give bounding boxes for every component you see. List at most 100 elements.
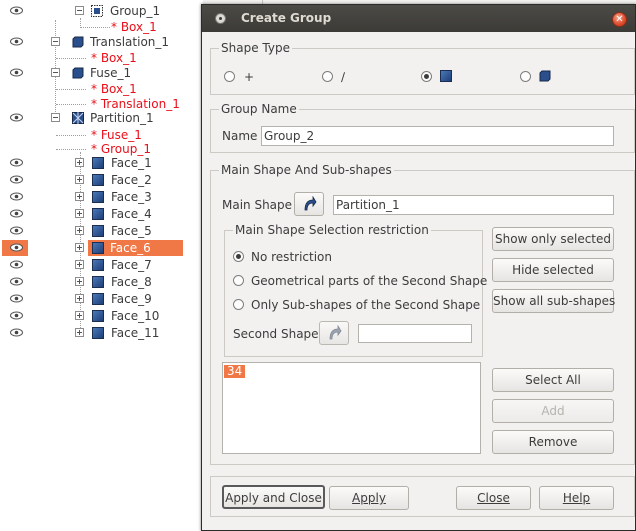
face-icon bbox=[92, 327, 104, 339]
tree-row-group-1[interactable]: Group_1 bbox=[0, 3, 203, 19]
apply-and-close-button[interactable]: Apply and Close bbox=[222, 485, 325, 509]
shape-type-point-radio[interactable] bbox=[224, 71, 235, 82]
shape-type-title: Shape Type bbox=[219, 41, 292, 55]
face-icon bbox=[92, 174, 104, 186]
second-shape-input[interactable] bbox=[358, 324, 472, 343]
main-shape-input[interactable]: Partition_1 bbox=[333, 195, 614, 215]
shape-type-edge-radio[interactable] bbox=[322, 71, 333, 82]
tree-row-face-4[interactable]: Face_4 bbox=[0, 206, 203, 222]
expand-toggle[interactable] bbox=[75, 328, 84, 337]
only-subshapes-label: Only Sub-shapes of the Second Shape bbox=[251, 298, 481, 312]
expand-toggle[interactable] bbox=[75, 311, 84, 320]
close-button[interactable]: Close bbox=[456, 486, 531, 510]
shape-type-face-radio[interactable] bbox=[421, 71, 432, 82]
second-shape-select-button[interactable] bbox=[319, 321, 349, 345]
expand-toggle[interactable] bbox=[75, 192, 84, 201]
subshape-id-list[interactable]: 34 bbox=[222, 362, 481, 454]
expand-toggle[interactable] bbox=[75, 209, 84, 218]
main-shape-label: Main Shape bbox=[222, 198, 293, 212]
tree-label: * Box_1 bbox=[111, 20, 157, 34]
remove-button[interactable]: Remove bbox=[492, 430, 614, 454]
shape-type-group: Shape Type + ∕ bbox=[210, 41, 635, 95]
eye-icon[interactable] bbox=[10, 277, 23, 286]
apply-label: Apply bbox=[352, 491, 386, 505]
shape-type-solid-radio[interactable] bbox=[520, 71, 531, 82]
tree-label: Face_9 bbox=[111, 292, 152, 306]
group-name-input[interactable]: Group_2 bbox=[261, 126, 614, 146]
tree-label: Group_1 bbox=[110, 4, 161, 18]
tree-label: Face_3 bbox=[111, 190, 152, 204]
tree-row-face-2[interactable]: Face_2 bbox=[0, 172, 203, 188]
only-subshapes-radio[interactable] bbox=[233, 299, 244, 310]
tree-row-face-11[interactable]: Face_11 bbox=[0, 325, 203, 341]
tree-label: Fuse_1 bbox=[90, 66, 132, 80]
main-shape-select-button[interactable] bbox=[294, 192, 324, 216]
eye-icon[interactable] bbox=[10, 311, 23, 320]
eye-icon[interactable] bbox=[10, 175, 23, 184]
show-only-selected-button[interactable]: Show only selected bbox=[492, 227, 614, 251]
collapse-toggle[interactable] bbox=[75, 6, 84, 15]
tree-row-face-5[interactable]: Face_5 bbox=[0, 223, 203, 239]
object-browser-tree: Group_1 * Box_1 Translation_1 * Box_1 Fu… bbox=[0, 0, 203, 531]
tree-label: Face_7 bbox=[111, 258, 152, 272]
second-shape-label: Second Shape bbox=[233, 327, 319, 341]
tree-row-translation-1[interactable]: Translation_1 bbox=[0, 34, 203, 50]
solid-icon bbox=[72, 36, 84, 48]
eye-icon[interactable] bbox=[10, 243, 23, 252]
select-all-button[interactable]: Select All bbox=[492, 368, 614, 392]
expand-toggle[interactable] bbox=[75, 175, 84, 184]
expand-toggle[interactable] bbox=[75, 243, 84, 252]
collapse-toggle[interactable] bbox=[51, 68, 60, 77]
tree-label: Partition_1 bbox=[90, 111, 154, 125]
no-restriction-radio[interactable] bbox=[233, 251, 244, 262]
expand-toggle[interactable] bbox=[75, 226, 84, 235]
tree-row-face-3[interactable]: Face_3 bbox=[0, 189, 203, 205]
tree-label: Face_5 bbox=[111, 224, 152, 238]
tree-row-box-1[interactable]: * Box_1 bbox=[0, 81, 203, 97]
eye-icon[interactable] bbox=[10, 6, 23, 15]
tree-row-box-1[interactable]: * Box_1 bbox=[0, 19, 203, 35]
tree-row-face-6[interactable]: Face_6 bbox=[0, 240, 203, 256]
eye-icon[interactable] bbox=[10, 328, 23, 337]
eye-icon[interactable] bbox=[10, 226, 23, 235]
eye-icon[interactable] bbox=[10, 209, 23, 218]
apply-button[interactable]: Apply bbox=[329, 486, 409, 510]
footer-group: Apply and Close Apply Close Help bbox=[210, 476, 635, 517]
tree-row-face-1[interactable]: Face_1 bbox=[0, 155, 203, 171]
show-all-subshapes-button[interactable]: Show all sub-shapes bbox=[492, 289, 615, 313]
tree-row-face-9[interactable]: Face_9 bbox=[0, 291, 203, 307]
hide-selected-button[interactable]: Hide selected bbox=[492, 258, 614, 282]
tree-row-partition-1[interactable]: Partition_1 bbox=[0, 110, 203, 126]
geometrical-parts-radio[interactable] bbox=[233, 275, 244, 286]
list-item-selected[interactable]: 34 bbox=[224, 365, 246, 378]
face-icon bbox=[92, 225, 104, 237]
eye-icon[interactable] bbox=[10, 158, 23, 167]
tree-row-face-10[interactable]: Face_10 bbox=[0, 308, 203, 324]
tree-row-face-7[interactable]: Face_7 bbox=[0, 257, 203, 273]
eye-icon[interactable] bbox=[10, 260, 23, 269]
eye-icon[interactable] bbox=[10, 192, 23, 201]
eye-icon[interactable] bbox=[10, 68, 23, 77]
help-button[interactable]: Help bbox=[539, 486, 614, 510]
expand-toggle[interactable] bbox=[75, 260, 84, 269]
tree-label: Translation_1 bbox=[90, 35, 170, 49]
collapse-toggle[interactable] bbox=[51, 37, 60, 46]
tree-row-box-1[interactable]: * Box_1 bbox=[0, 50, 203, 66]
eye-icon[interactable] bbox=[10, 37, 23, 46]
collapse-toggle[interactable] bbox=[51, 113, 60, 122]
close-window-button[interactable]: ✕ bbox=[612, 12, 627, 27]
face-icon bbox=[92, 191, 104, 203]
window-menu-icon[interactable] bbox=[215, 13, 226, 24]
group-name-group: Group Name Name Group_2 bbox=[210, 102, 635, 153]
eye-icon[interactable] bbox=[10, 294, 23, 303]
tree-row-face-8[interactable]: Face_8 bbox=[0, 274, 203, 290]
tree-label: Face_11 bbox=[111, 326, 160, 340]
tree-row-fuse-1[interactable]: Fuse_1 bbox=[0, 65, 203, 81]
expand-toggle[interactable] bbox=[75, 158, 84, 167]
add-button[interactable]: Add bbox=[492, 399, 614, 423]
expand-toggle[interactable] bbox=[75, 294, 84, 303]
dialog-titlebar[interactable]: Create Group ✕ bbox=[202, 5, 635, 32]
expand-toggle[interactable] bbox=[75, 277, 84, 286]
solid-icon bbox=[539, 70, 551, 82]
eye-icon[interactable] bbox=[10, 113, 23, 122]
